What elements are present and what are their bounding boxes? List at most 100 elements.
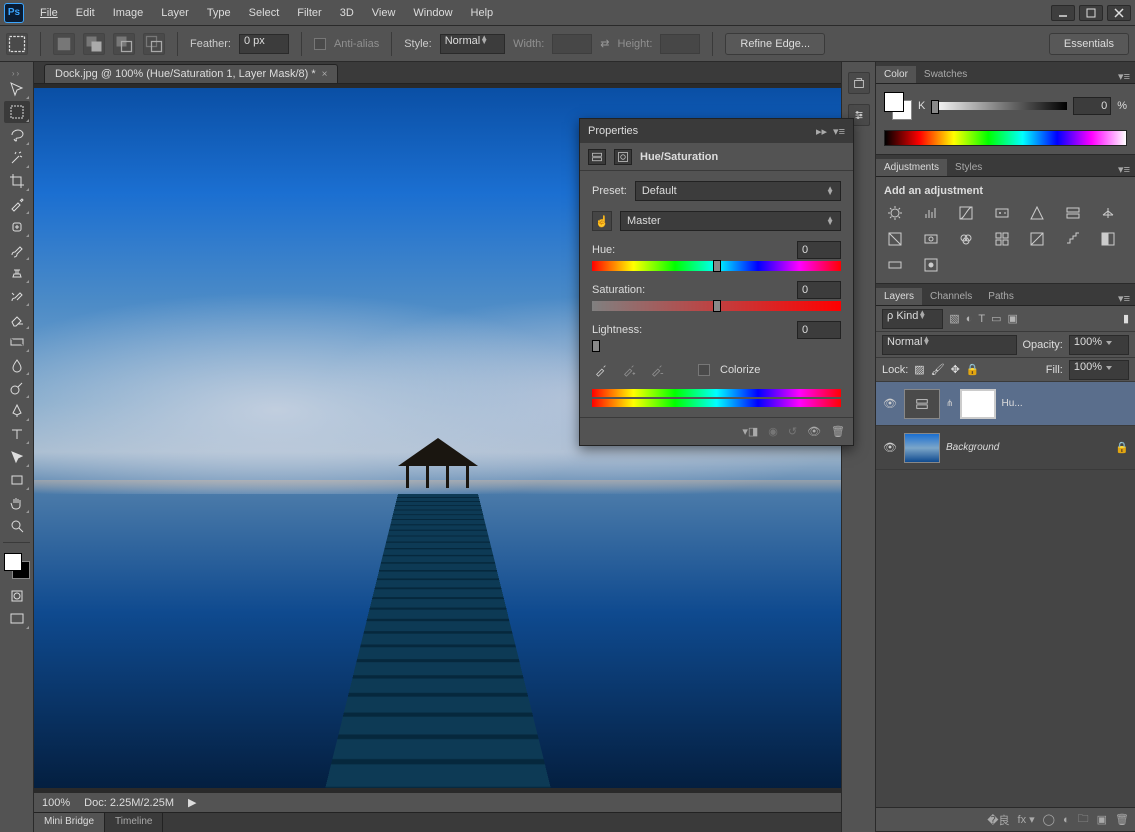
zoom-level[interactable]: 100% [42,797,70,809]
visibility-toggle-icon[interactable]: 👁 [882,397,898,410]
type-tool[interactable] [4,423,30,445]
adjustment-thumb[interactable] [904,389,940,419]
adjustments-tab[interactable]: Adjustments [876,159,947,176]
path-selection-tool[interactable] [4,446,30,468]
window-maximize-button[interactable] [1079,5,1103,21]
panel-menu-icon[interactable]: ▾≡ [1113,70,1135,83]
view-previous-icon[interactable]: ◉ [768,425,778,438]
vibrance-icon[interactable] [1026,203,1048,223]
menu-window[interactable]: Window [405,3,460,23]
style-select[interactable]: Normal▲▼ [440,34,505,54]
lightness-value[interactable]: 0 [797,321,841,339]
panel-menu-icon[interactable]: ▾≡ [1113,163,1135,176]
lock-all-icon[interactable]: 🔒 [966,363,980,376]
panel-menu-icon[interactable]: ▾≡ [1113,292,1135,305]
preset-select[interactable]: Default▲▼ [635,181,841,201]
hue-value[interactable]: 0 [797,241,841,259]
move-tool[interactable] [4,78,30,100]
layer-row[interactable]: 👁 Background 🔒 [876,426,1135,470]
collapse-icon[interactable]: ▸▸ [816,125,827,138]
eyedropper-subtract-icon[interactable] [648,361,666,379]
add-mask-icon[interactable]: ◯ [1043,813,1055,826]
lightness-slider[interactable] [592,341,600,351]
timeline-tab[interactable]: Timeline [105,813,163,832]
k-slider[interactable] [931,102,1067,110]
filter-pixel-icon[interactable]: ▧ [949,312,959,325]
curves-icon[interactable] [955,203,977,223]
antialias-checkbox[interactable] [314,38,326,50]
toggle-visibility-icon[interactable]: 👁 [807,425,821,438]
current-tool-icon[interactable] [6,33,28,55]
eyedropper-icon[interactable] [592,361,610,379]
reset-icon[interactable]: ↺ [788,425,797,438]
visibility-toggle-icon[interactable]: 👁 [882,441,898,454]
tools-grip[interactable]: ›› [0,68,33,78]
lock-position-icon[interactable]: ✥ [951,363,960,376]
hue-slider[interactable] [592,261,841,271]
zoom-tool[interactable] [4,515,30,537]
link-layers-icon[interactable]: �良 [987,812,1009,828]
fill-input[interactable]: 100% [1069,360,1129,380]
menu-3d[interactable]: 3D [332,3,362,23]
selection-intersect-icon[interactable] [143,33,165,55]
gradient-map-icon[interactable] [884,255,906,275]
selection-subtract-icon[interactable] [113,33,135,55]
paths-tab[interactable]: Paths [980,288,1022,305]
photo-filter-icon[interactable] [920,229,942,249]
filter-adjustment-icon[interactable]: ◐ [966,313,973,325]
threshold-icon[interactable] [1097,229,1119,249]
refine-edge-button[interactable]: Refine Edge... [725,33,825,55]
selective-color-icon[interactable] [920,255,942,275]
color-spectrum[interactable] [884,130,1127,146]
menu-filter[interactable]: Filter [289,3,329,23]
layer-row[interactable]: 👁 ⋔ Hu... [876,382,1135,426]
menu-image[interactable]: Image [105,3,152,23]
filter-toggle[interactable]: ▮ [1123,312,1129,325]
layer-name[interactable]: Hu... [1002,398,1129,409]
screen-mode-tool[interactable] [4,608,30,630]
color-lookup-icon[interactable] [991,229,1013,249]
foreground-color-swatch[interactable] [4,553,22,571]
brush-tool[interactable] [4,239,30,261]
lasso-tool[interactable] [4,124,30,146]
menu-layer[interactable]: Layer [153,3,197,23]
hand-tool[interactable] [4,492,30,514]
link-icon[interactable]: ⋔ [946,398,954,409]
window-minimize-button[interactable] [1051,5,1075,21]
layers-tab[interactable]: Layers [876,288,922,305]
levels-icon[interactable] [920,203,942,223]
pen-tool[interactable] [4,400,30,422]
layer-fx-icon[interactable]: fx ▾ [1018,813,1035,826]
menu-file[interactable]: File [32,3,66,23]
window-close-button[interactable] [1107,5,1131,21]
new-adjustment-icon[interactable]: ◐ [1063,814,1070,826]
eraser-tool[interactable] [4,308,30,330]
workspace-switcher[interactable]: Essentials [1049,33,1129,55]
channel-select[interactable]: Master▲▼ [620,211,841,231]
magic-wand-tool[interactable] [4,147,30,169]
history-panel-icon[interactable] [848,72,870,94]
filter-shape-icon[interactable]: ▭ [991,312,1001,325]
color-tab[interactable]: Color [876,66,916,83]
dodge-tool[interactable] [4,377,30,399]
black-white-icon[interactable] [884,229,906,249]
panel-menu-icon[interactable]: ▾≡ [833,125,845,138]
eyedropper-add-icon[interactable] [620,361,638,379]
menu-view[interactable]: View [364,3,404,23]
brightness-contrast-icon[interactable] [884,203,906,223]
opacity-input[interactable]: 100% [1069,335,1129,355]
healing-brush-tool[interactable] [4,216,30,238]
document-tab[interactable]: Dock.jpg @ 100% (Hue/Saturation 1, Layer… [44,64,338,83]
filter-smart-icon[interactable]: ▣ [1007,312,1017,325]
history-brush-tool[interactable] [4,285,30,307]
filter-type-icon[interactable]: T [978,313,985,325]
layer-mask-thumb[interactable] [960,389,996,419]
lock-transparent-icon[interactable]: ▨ [914,363,924,376]
delete-adjustment-icon[interactable]: 🗑 [831,425,845,438]
saturation-slider[interactable] [592,301,841,311]
colorize-checkbox[interactable] [698,364,710,376]
selection-new-icon[interactable] [53,33,75,55]
color-swatches[interactable] [4,553,30,579]
crop-tool[interactable] [4,170,30,192]
menu-type[interactable]: Type [199,3,239,23]
